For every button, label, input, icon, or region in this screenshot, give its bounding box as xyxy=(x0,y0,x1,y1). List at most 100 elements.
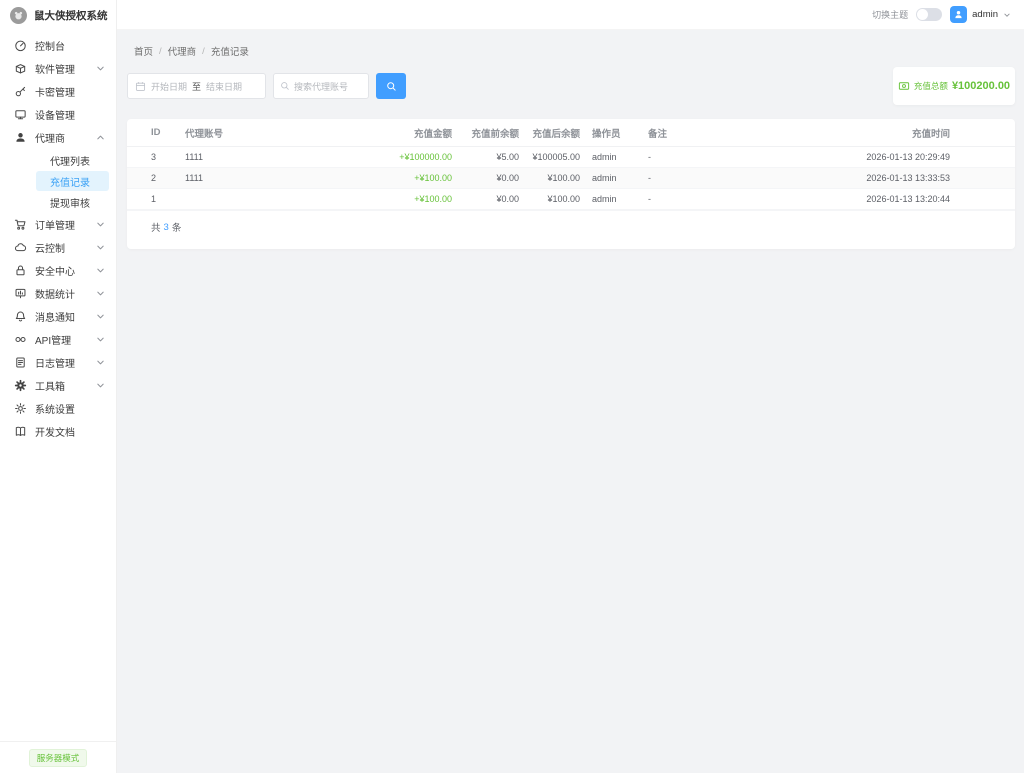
chevron-down-icon xyxy=(96,312,106,322)
theme-toggle[interactable] xyxy=(916,8,942,21)
sidebar-item-api[interactable]: API管理 xyxy=(0,328,116,351)
package-icon xyxy=(14,62,27,75)
lock-icon xyxy=(14,264,27,277)
chevron-down-icon xyxy=(96,335,106,345)
username: admin xyxy=(972,9,998,20)
sidebar-menu: 控制台软件管理卡密管理设备管理代理商代理列表充值记录提现审核订单管理云控制安全中… xyxy=(0,34,116,443)
main-area: 切换主题 admin 首页 / 代理商 / 充值记录 xyxy=(117,0,1024,773)
toolbox-icon xyxy=(14,379,27,392)
sidebar-item-label: 开发文档 xyxy=(35,424,106,439)
sidebar-item-label: 设备管理 xyxy=(35,107,106,122)
app-logo xyxy=(10,7,27,24)
start-date-placeholder[interactable]: 开始日期 xyxy=(151,80,187,93)
sidebar-item-label: 代理商 xyxy=(35,130,96,145)
sidebar-item-devices[interactable]: 设备管理 xyxy=(0,103,116,126)
date-range-picker[interactable]: 开始日期 至 结束日期 xyxy=(127,73,266,99)
sidebar-item-software[interactable]: 软件管理 xyxy=(0,57,116,80)
end-date-placeholder[interactable]: 结束日期 xyxy=(206,80,242,93)
table-header-row: ID代理账号充值金额充值前余额充值后余额操作员备注充值时间 xyxy=(127,119,1015,147)
chevron-down-icon xyxy=(1003,11,1011,19)
chevron-down-icon xyxy=(96,358,106,368)
api-icon xyxy=(14,333,27,346)
sidebar-item-label: 卡密管理 xyxy=(35,84,106,99)
sidebar-item-notify[interactable]: 消息通知 xyxy=(0,305,116,328)
cell-amount: +¥100000.00 xyxy=(352,152,452,162)
date-range-separator: 至 xyxy=(192,80,201,93)
filter-bar: 开始日期 至 结束日期 搜索代理账号 充值总额 ¥100200.00 xyxy=(127,73,1015,113)
sidebar-item-console[interactable]: 控制台 xyxy=(0,34,116,57)
chevron-down-icon xyxy=(96,64,106,74)
cell-before: ¥0.00 xyxy=(452,194,519,204)
sidebar-item-agents[interactable]: 代理商 xyxy=(0,126,116,149)
search-button[interactable] xyxy=(376,73,406,99)
cell-account: 1111 xyxy=(185,152,352,162)
search-input[interactable]: 搜索代理账号 xyxy=(273,73,369,99)
chevron-up-icon xyxy=(96,133,106,143)
cell-operator: admin xyxy=(580,194,648,204)
chevron-down-icon xyxy=(96,220,106,230)
table-body: 31111+¥100000.00¥5.00¥100005.00admin-202… xyxy=(127,147,1015,210)
gear-icon xyxy=(14,402,27,415)
sidebar-subitem-agent-list[interactable]: 代理列表 xyxy=(36,150,109,170)
sidebar-subitem-withdraw-review[interactable]: 提现审核 xyxy=(36,192,109,212)
column-header: ID xyxy=(151,127,185,138)
cloud-icon xyxy=(14,241,27,254)
cart-icon xyxy=(14,218,27,231)
chevron-down-icon xyxy=(96,381,106,391)
total-suffix: 条 xyxy=(172,220,182,234)
breadcrumb-home[interactable]: 首页 xyxy=(134,44,153,58)
sidebar-item-label: 数据统计 xyxy=(35,286,96,301)
bell-icon xyxy=(14,310,27,323)
sidebar-item-stats[interactable]: 数据统计 xyxy=(0,282,116,305)
cell-after: ¥100.00 xyxy=(519,194,580,204)
sidebar-item-settings[interactable]: 系统设置 xyxy=(0,397,116,420)
cell-operator: admin xyxy=(580,173,648,183)
cell-account: 1111 xyxy=(185,173,352,183)
book-icon xyxy=(14,425,27,438)
recharge-total-value: ¥100200.00 xyxy=(952,80,1010,92)
sidebar-item-label: 云控制 xyxy=(35,240,96,255)
chevron-down-icon xyxy=(96,243,106,253)
cell-operator: admin xyxy=(580,152,648,162)
sidebar-footer: 服务器模式 xyxy=(0,741,116,773)
sidebar-item-orders[interactable]: 订单管理 xyxy=(0,213,116,236)
app-logo-row: 鼠大侠授权系统 xyxy=(0,0,116,30)
chevron-down-icon xyxy=(96,289,106,299)
server-mode-badge: 服务器模式 xyxy=(29,749,88,767)
cell-amount: +¥100.00 xyxy=(352,194,452,204)
theme-toggle-label: 切换主题 xyxy=(872,8,908,21)
sidebar-item-cards[interactable]: 卡密管理 xyxy=(0,80,116,103)
search-placeholder: 搜索代理账号 xyxy=(294,80,348,93)
sidebar-item-cloud[interactable]: 云控制 xyxy=(0,236,116,259)
column-header: 操作员 xyxy=(580,126,648,140)
user-icon xyxy=(14,131,27,144)
column-header: 充值金额 xyxy=(352,126,452,140)
sidebar-item-security[interactable]: 安全中心 xyxy=(0,259,116,282)
total-prefix: 共 xyxy=(151,220,161,234)
search-icon xyxy=(386,81,397,92)
cell-after: ¥100.00 xyxy=(519,173,580,183)
sidebar-subitem-label: 提现审核 xyxy=(50,195,90,210)
sidebar-subitem-recharge-records[interactable]: 充值记录 xyxy=(36,171,109,191)
breadcrumb-agents[interactable]: 代理商 xyxy=(168,44,197,58)
column-header: 充值时间 xyxy=(720,126,950,140)
sidebar-item-tools[interactable]: 工具箱 xyxy=(0,374,116,397)
app-title: 鼠大侠授权系统 xyxy=(34,8,108,23)
page-content: 首页 / 代理商 / 充值记录 开始日期 至 结束日期 搜索代理账号 xyxy=(117,30,1024,773)
sidebar-item-label: 日志管理 xyxy=(35,355,96,370)
column-header: 充值后余额 xyxy=(519,126,580,140)
calendar-icon xyxy=(135,81,146,92)
sidebar-item-label: 系统设置 xyxy=(35,401,106,416)
sidebar-item-logs[interactable]: 日志管理 xyxy=(0,351,116,374)
sidebar: 鼠大侠授权系统 控制台软件管理卡密管理设备管理代理商代理列表充值记录提现审核订单… xyxy=(0,0,117,773)
toggle-knob xyxy=(917,9,928,20)
search-icon xyxy=(280,81,290,91)
column-header: 充值前余额 xyxy=(452,126,519,140)
user-avatar xyxy=(950,6,967,23)
breadcrumb: 首页 / 代理商 / 充值记录 xyxy=(127,30,1015,58)
chart-icon xyxy=(14,287,27,300)
dashboard-icon xyxy=(14,39,27,52)
total-count: 3 xyxy=(164,222,169,233)
sidebar-item-docs[interactable]: 开发文档 xyxy=(0,420,116,443)
user-menu[interactable]: admin xyxy=(950,6,1011,23)
